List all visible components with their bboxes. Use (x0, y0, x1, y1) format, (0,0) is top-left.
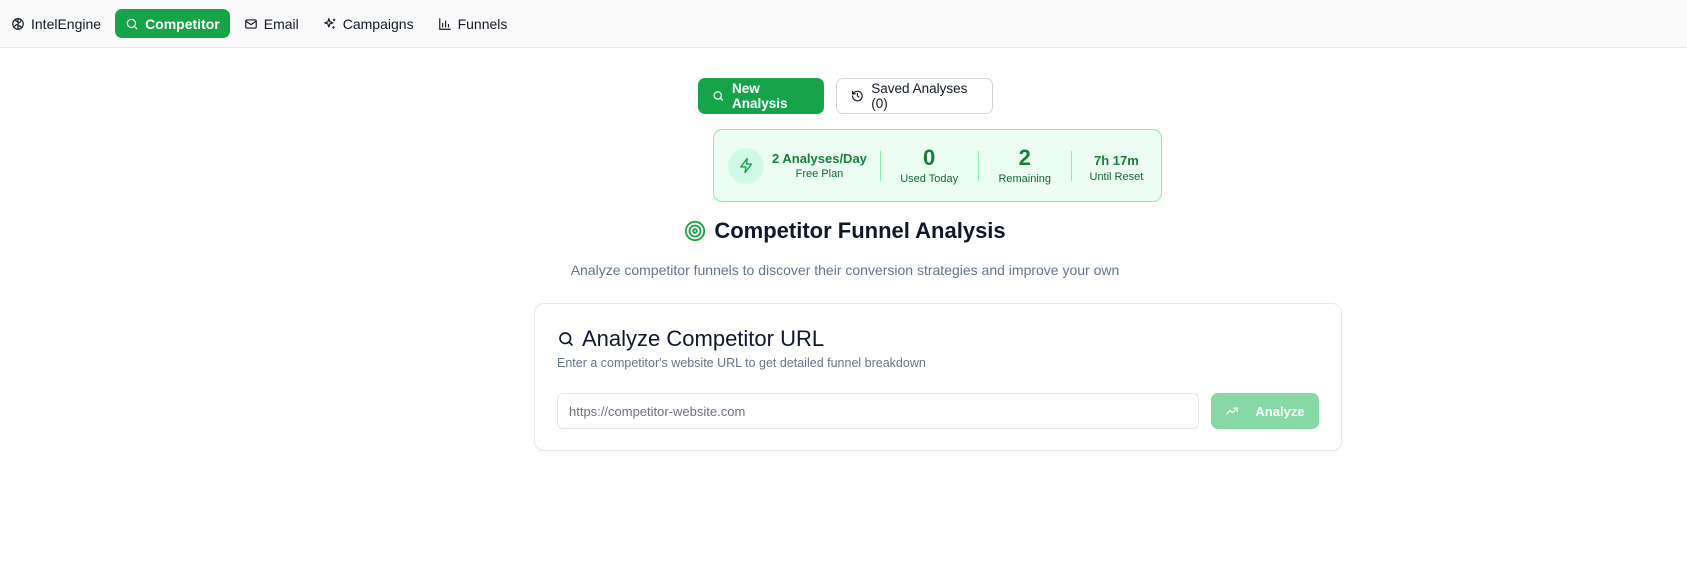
mode-switch: New Analysis Saved Analyses (0) (0, 78, 1687, 114)
bar-chart-icon (438, 17, 451, 30)
stat-until-reset: 7h 17m Until Reset (1072, 149, 1161, 183)
nav-campaigns[interactable]: Campaigns (313, 9, 424, 38)
used-today-label: Used Today (900, 173, 959, 185)
stat-used-today: 0 Used Today (881, 145, 978, 186)
used-today-value: 0 (923, 145, 936, 170)
search-icon (559, 332, 573, 346)
card-description: Enter a competitor's website URL to get … (557, 356, 926, 370)
usage-summary: 2 Analyses/Day Free Plan 0 Used Today 2 … (713, 129, 1162, 202)
top-nav: IntelEngine Competitor Email Campaigns F… (0, 0, 1687, 48)
saved-analyses-label: Saved Analyses (0) (871, 81, 968, 111)
page-title: Competitor Funnel Analysis (714, 218, 1006, 243)
competitor-url-input[interactable] (557, 393, 1199, 429)
search-icon (126, 18, 138, 29)
sparkles-icon (323, 17, 335, 29)
history-icon (851, 90, 863, 102)
nav-competitor[interactable]: Competitor (115, 9, 230, 38)
plan-info: 2 Analyses/Day Free Plan (714, 147, 880, 184)
nav-campaigns-label: Campaigns (342, 15, 414, 32)
reset-label: Until Reset (1089, 170, 1144, 183)
remaining-value: 2 (1018, 145, 1031, 170)
title-row: Competitor Funnel Analysis (0, 218, 1687, 244)
reset-value: 7h 17m (1093, 152, 1139, 168)
zap-icon (739, 157, 752, 174)
brand-link[interactable]: IntelEngine (8, 9, 111, 38)
zap-badge (728, 147, 764, 184)
mail-icon (244, 18, 257, 29)
card-header: Analyze Competitor URL (557, 326, 824, 352)
nav-email[interactable]: Email (234, 9, 309, 38)
nav-funnels[interactable]: Funnels (428, 9, 518, 38)
brain-icon (12, 17, 24, 30)
search-icon (713, 91, 723, 101)
brand-name: IntelEngine (31, 15, 102, 32)
plan-text: 2 Analyses/Day Free Plan (772, 151, 867, 180)
analyze-label: Analyze (1255, 403, 1305, 419)
stat-remaining: 2 Remaining (979, 145, 1071, 186)
remaining-label: Remaining (998, 173, 1052, 185)
plan-subtitle: Free Plan (795, 168, 844, 180)
nav-email-label: Email (263, 15, 299, 32)
saved-analyses-button[interactable]: Saved Analyses (0) (835, 78, 993, 114)
target-icon (685, 220, 706, 242)
card-title: Analyze Competitor URL (582, 326, 825, 351)
analyze-card: Analyze Competitor URL Enter a competito… (534, 303, 1342, 451)
analyze-button[interactable]: Analyze (1211, 393, 1319, 429)
new-analysis-button[interactable]: New Analysis (697, 78, 824, 114)
new-analysis-label: New Analysis (732, 81, 788, 111)
plan-title: 2 Analyses/Day (772, 151, 867, 166)
nav-funnels-label: Funnels (457, 15, 508, 32)
trending-up-icon (1226, 407, 1239, 415)
page-subtitle: Analyze competitor funnels to discover t… (570, 262, 1120, 278)
nav-competitor-label: Competitor (145, 15, 220, 32)
